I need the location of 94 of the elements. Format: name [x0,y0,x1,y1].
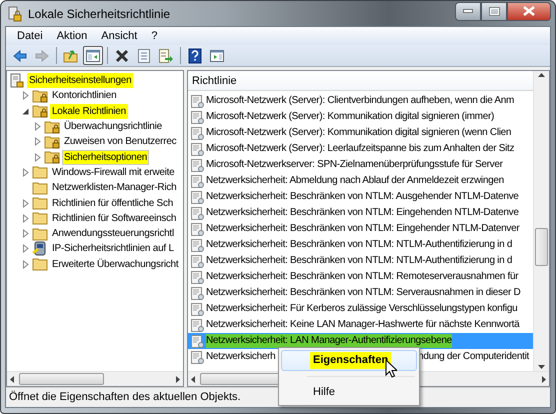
list-row[interactable]: Netzwerksicherheit: Beschränken von NTLM: Ausgehender NTLM-Datenve [188,189,533,205]
minimize-icon [463,9,473,13]
list-row[interactable]: Netzwerksicherheit: Beschränken von NTLM: Serverausnahmen in dieser D [188,285,533,301]
left-arrow-icon [10,376,15,382]
app-icon [8,6,22,22]
policy-icon [190,94,204,108]
toolbar-button[interactable] [83,46,103,65]
policy-icon [190,222,204,236]
folder-icon [32,195,48,212]
up-arrow-icon [538,73,545,78]
folder-icon [32,256,48,272]
policy-icon [190,126,204,140]
expander-icon[interactable] [21,106,30,116]
tree-item[interactable]: Anwendungssteuerungsrichtl [50,226,176,242]
policy-icon [190,350,204,364]
list-row[interactable]: Netzwerksicherheit: Für Kerberos zulässige Verschlüsselungstypen konfigu [188,301,533,317]
locked-folder-icon [44,134,60,150]
list-row[interactable]: Microsoft-Netzwerk (Server): Kommunikation digital signieren (wenn Clien [188,125,533,141]
left-arrow-icon [191,376,196,382]
policy-icon [190,286,204,300]
list-row[interactable]: Netzwerksicherheit: Beschränken von NTLM: Eingehenden NTLM-Datenve [188,205,533,221]
down-arrow-icon [538,364,545,369]
list-row[interactable]: Netzwerksicherheit: Beschränken von NTLM: NTLM-Authentifizierung in d [188,237,533,253]
tree-item[interactable]: Richtlinien für Softwareeinsch [50,210,178,226]
policy-icon [190,142,204,156]
menu-item[interactable]: Aktion [52,28,92,44]
policy-icon [190,238,204,252]
list-row[interactable]: Microsoft-Netzwerk (Server): Kommunikation digital signieren (immer) [188,109,533,125]
policy-icon [190,302,204,316]
status-text: Öffnet die Eigenschaften des aktuellen Objekts. [9,390,241,406]
tree-item[interactable]: Sicherheitseinstellungen [27,73,134,88]
tree-item[interactable]: Netzwerklisten-Manager-Rich [50,180,178,196]
policy-icon [9,72,25,89]
row-text[interactable]: ndung der Computeridentit [418,350,533,364]
policy-icon [190,174,204,188]
folder-icon [32,164,48,180]
policy-icon [190,206,204,220]
scrollbar-thumb[interactable] [19,373,104,385]
minimize-button[interactable] [455,2,481,20]
computer-icon [32,240,48,257]
export-icon [158,48,174,64]
menu-item[interactable]: Ansicht [96,28,142,44]
maximize-button[interactable] [481,2,507,20]
window-title: Lokale Sicherheitsrichtlinie [28,6,170,22]
locked-folder-icon [44,118,60,135]
pane-icon [209,48,225,64]
tree-item[interactable]: Erweiterte Überwachungsricht [50,256,180,272]
list-row[interactable]: Netzwerksicherheit: Beschränken von NTLM: Eingehender NTLM-Datenver [188,221,533,237]
delete-icon [114,48,130,64]
right-arrow-icon [541,376,546,382]
list-row[interactable]: Microsoft-Netzwerk (Server): Leerlaufzeitspanne bis zum Anhalten der Sitz [188,141,533,157]
policy-icon [190,190,204,204]
tree-item[interactable]: Richtlinien für öffentliche Sch [50,196,176,211]
policy-icon [190,334,204,348]
close-icon [523,6,535,16]
help-icon [187,48,203,64]
tree-item[interactable]: IP-Sicherheitsrichtlinien auf L [50,241,176,256]
locked-folder-icon [32,88,48,104]
policy-icon [190,270,204,284]
maximize-icon [488,6,500,16]
list-row[interactable]: Netzwerksicherheit: Beschränken von NTLM: NTLM-Authentifizierung in d [188,253,533,269]
list-row[interactable]: Microsoft-Netzwerk (Server): Clientverbindungen aufheben, wenn die Anm [188,93,533,109]
back-arrow-icon [12,48,28,64]
folder-icon [32,226,48,242]
scrollbar-thumb[interactable] [535,228,548,266]
list-row[interactable]: Netzwerksicherheit: LAN Manager-Authentifizierungsebene [188,333,533,349]
close-button[interactable] [507,2,551,20]
right-arrow-icon [175,376,180,382]
tree-item[interactable]: Zuweisen von Benutzerrec [62,134,178,150]
folder-icon [32,210,48,226]
row-text[interactable]: Netzwerksicherh [206,350,276,364]
list-row[interactable]: Microsoft-Netzwerkserver: SPN-Zielnamenüberprüfungsstufe für Server [188,157,533,173]
menu-item[interactable]: ? [146,28,162,44]
tree-item[interactable]: Lokale Richtlinien [50,104,128,119]
policy-icon [190,254,204,268]
locked-folder-icon [44,149,60,166]
menu-item[interactable]: Hilfe [281,382,417,403]
locked-folder-icon [32,103,48,120]
list-row[interactable]: Netzwerksicherheit: Beschränken von NTLM: Remoteserverausnahmen für [188,269,533,285]
properties-icon [136,48,152,64]
tree-item[interactable]: Überwachungsrichtlinie [62,119,164,134]
policy-icon [190,158,204,172]
menu-item[interactable]: Datei [12,28,48,44]
folder-icon [32,180,48,196]
policy-icon [190,110,204,124]
pane-icon [85,48,101,64]
list-row[interactable]: Netzwerksicherheit: Keine LAN Manager-Hashwerte für nächste Kennwortä [188,317,533,333]
folder-up-icon [63,48,79,64]
tree-item[interactable]: Sicherheitsoptionen [62,150,150,165]
list-row[interactable]: Netzwerksicherheit: Abmeldung nach Ablauf der Anmeldezeit erzwingen [188,173,533,189]
forward-arrow-icon [34,48,50,64]
policy-icon [190,318,204,332]
tree-item[interactable]: Kontorichtlinien [50,88,118,104]
tree-item[interactable]: Windows-Firewall mit erweite [50,164,176,180]
